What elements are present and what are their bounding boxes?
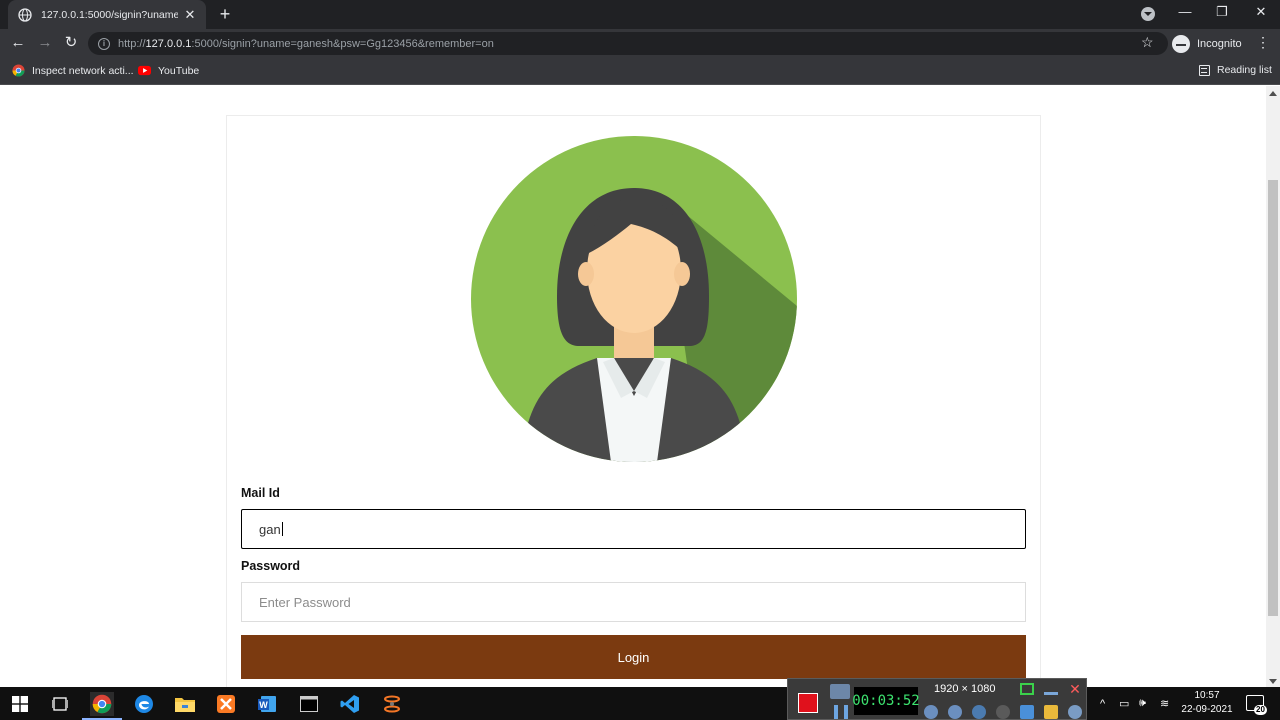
browser-tab[interactable]: 127.0.0.1:5000/signin?uname=gan ✕: [8, 0, 206, 29]
bookmark-label: YouTube: [158, 64, 200, 77]
browser-toolbar: ← → ↻ i http://127.0.0.1:5000/signin?una…: [0, 29, 1280, 58]
password-input[interactable]: Enter Password: [241, 582, 1026, 622]
vscode-icon[interactable]: [338, 692, 362, 716]
globe-icon: [18, 7, 32, 22]
reading-list-label: Reading list: [1217, 64, 1272, 76]
minimize-icon[interactable]: —: [1175, 4, 1195, 19]
pause-button[interactable]: [834, 705, 848, 719]
menu-icon[interactable]: ⋮: [1256, 34, 1270, 51]
terminal-icon[interactable]: [297, 692, 321, 716]
edge-icon[interactable]: [132, 692, 156, 716]
scroll-thumb[interactable]: [1268, 180, 1278, 616]
restore-icon[interactable]: ❐: [1212, 4, 1232, 20]
new-tab-button[interactable]: +: [216, 5, 234, 23]
tab-search-icon[interactable]: [1141, 7, 1155, 21]
clock-time: 10:57: [1194, 690, 1220, 701]
file-explorer-icon[interactable]: [173, 692, 197, 716]
tab-title: 127.0.0.1:5000/signin?uname=gan: [41, 8, 178, 21]
volume-icon[interactable]: 🕪: [1139, 687, 1146, 720]
tab-strip: 127.0.0.1:5000/signin?uname=gan ✕ + — ❐ …: [0, 0, 1280, 29]
bookmark-inspect[interactable]: Inspect network acti...: [12, 64, 134, 77]
bookmark-label: Inspect network acti...: [32, 64, 134, 77]
camera-icon[interactable]: [830, 684, 850, 699]
page-scrollbar[interactable]: [1266, 86, 1280, 687]
mail-input[interactable]: gan: [241, 509, 1026, 549]
bookmark-star-icon[interactable]: ☆: [1141, 34, 1154, 51]
screen-recorder-panel: 00:03:52 1920 × 1080 ✕: [787, 678, 1087, 720]
mail-label: Mail Id: [241, 486, 280, 500]
settings-gear-icon[interactable]: [1068, 705, 1082, 719]
close-window-icon[interactable]: ✕: [1251, 4, 1271, 20]
tray-overflow-icon[interactable]: ^: [1100, 687, 1105, 720]
chrome-taskbar-icon[interactable]: [82, 692, 122, 720]
password-label: Password: [241, 559, 301, 573]
scroll-down-icon[interactable]: [1269, 679, 1277, 684]
incognito-badge[interactable]: Incognito: [1172, 34, 1242, 54]
record-stop-button[interactable]: [798, 693, 818, 713]
page-viewport: Mail Id gan Password Enter Password Logi…: [0, 86, 1266, 687]
scroll-up-icon[interactable]: [1269, 91, 1277, 96]
forward-icon[interactable]: →: [36, 34, 54, 52]
jupyter-icon[interactable]: [380, 692, 404, 716]
microphone-icon[interactable]: [948, 705, 962, 719]
reload-icon[interactable]: ↻: [62, 34, 80, 52]
clock-date: 22-09-2021: [1181, 704, 1233, 715]
address-bar[interactable]: i http://127.0.0.1:5000/signin?uname=gan…: [88, 32, 1168, 55]
minimize-recorder-icon[interactable]: [1044, 683, 1058, 695]
user-avatar-image: [471, 136, 797, 462]
xampp-icon[interactable]: [214, 692, 238, 716]
url-host: 127.0.0.1: [145, 37, 192, 50]
incognito-icon: [1172, 35, 1190, 53]
recording-resolution: 1920 × 1080: [934, 683, 996, 695]
reading-list-button[interactable]: Reading list: [1199, 64, 1272, 76]
back-icon[interactable]: ←: [9, 34, 27, 52]
youtube-icon: [138, 65, 151, 76]
folder-icon[interactable]: [1044, 705, 1058, 719]
url-text: http://127.0.0.1:5000/signin?uname=ganes…: [118, 38, 494, 50]
svg-text:W: W: [259, 700, 268, 710]
pen-icon[interactable]: [1020, 705, 1034, 719]
task-view-icon[interactable]: [48, 692, 72, 716]
incognito-label: Incognito: [1197, 38, 1242, 50]
reading-list-icon: [1199, 64, 1210, 76]
chrome-icon: [12, 64, 25, 77]
password-placeholder: Enter Password: [259, 594, 351, 610]
windows-start-icon[interactable]: [8, 692, 32, 716]
windows-taskbar: W ^ ▭ 🕪 ≋ 10:57 22-09-2021 20: [0, 687, 1280, 720]
url-prefix: http://: [118, 37, 146, 50]
word-icon[interactable]: W: [255, 692, 279, 716]
webcam-icon[interactable]: [972, 705, 986, 719]
login-card: Mail Id gan Password Enter Password Logi…: [226, 115, 1041, 687]
close-recorder-icon[interactable]: ✕: [1068, 682, 1082, 696]
cursor-icon[interactable]: [996, 705, 1010, 719]
region-icon[interactable]: [1020, 683, 1034, 695]
url-rest: :5000/signin?uname=ganesh&psw=Gg123456&r…: [191, 37, 494, 50]
system-clock[interactable]: 10:57 22-09-2021: [1176, 689, 1238, 717]
tab-close-icon[interactable]: ✕: [182, 7, 198, 23]
text-caret: [281, 522, 283, 536]
recording-timer: 00:03:52: [852, 687, 920, 715]
notification-count: 20: [1254, 705, 1267, 715]
wifi-icon[interactable]: ≋: [1160, 687, 1169, 720]
speaker-icon[interactable]: [924, 705, 938, 719]
bookmark-youtube[interactable]: YouTube: [138, 64, 199, 77]
mail-input-value: gan: [259, 521, 281, 537]
bookmarks-bar: Inspect network acti... YouTube Reading …: [0, 58, 1280, 85]
login-button[interactable]: Login: [241, 635, 1026, 679]
site-info-icon[interactable]: i: [98, 37, 110, 50]
battery-icon[interactable]: ▭: [1119, 687, 1129, 720]
